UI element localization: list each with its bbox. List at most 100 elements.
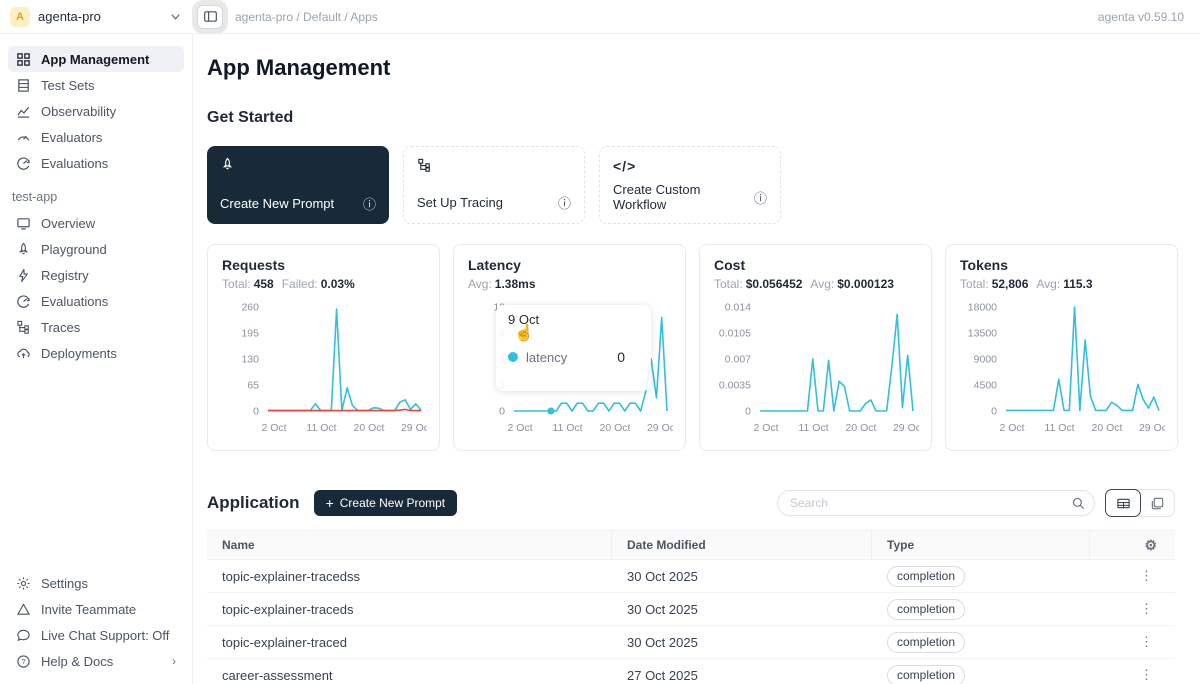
chevron-down-icon <box>168 9 183 24</box>
svg-text:0: 0 <box>499 406 505 418</box>
column-header-date-modified[interactable]: Date Modified <box>612 531 872 559</box>
sidebar-item-label: App Management <box>41 52 149 67</box>
info-icon[interactable]: ⓘ <box>754 188 767 207</box>
sidebar-item-help-docs[interactable]: ? Help & Docs › <box>8 648 184 674</box>
sidebar-item-traces[interactable]: Traces <box>8 314 184 340</box>
svg-text:13500: 13500 <box>968 328 997 340</box>
search-input[interactable] <box>790 496 1071 510</box>
stat-value: 1.38ms <box>495 277 536 291</box>
card-label: Create Custom Workflow <box>613 182 754 212</box>
sidebar-item-settings[interactable]: Settings <box>8 570 184 596</box>
sidebar-item-test-sets[interactable]: Test Sets <box>8 72 184 98</box>
stat-label: Avg: <box>810 277 834 291</box>
get-started-heading: Get Started <box>207 109 1200 127</box>
sidebar-item-app-management[interactable]: App Management <box>8 46 184 72</box>
sidebar-item-label: Deployments <box>41 346 117 361</box>
sidebar-item-deployments[interactable]: Deployments <box>8 340 184 366</box>
panel-layout-icon <box>203 9 218 24</box>
lightning-icon <box>16 268 31 283</box>
stat-label: Total: <box>222 277 251 291</box>
create-new-prompt-card[interactable]: Create New Prompt ⓘ <box>207 146 389 224</box>
top-bar: A agenta-pro agenta-pro / Default / Apps… <box>0 0 1200 34</box>
column-header-name[interactable]: Name <box>207 531 612 559</box>
sidebar-item-label: Playground <box>41 242 107 257</box>
card-view-button[interactable] <box>1140 490 1174 516</box>
info-icon[interactable]: ⓘ <box>363 194 376 213</box>
create-custom-workflow-card[interactable]: </> Create Custom Workflow ⓘ <box>599 146 781 224</box>
workspace-switcher[interactable]: A agenta-pro <box>0 7 193 27</box>
table-row[interactable]: topic-explainer-traced 30 Oct 2025 compl… <box>207 626 1175 659</box>
stat-label: Total: <box>714 277 743 291</box>
app-name[interactable]: topic-explainer-tracedss <box>207 569 612 584</box>
column-header-type[interactable]: Type <box>872 531 1090 559</box>
svg-text:0: 0 <box>745 406 751 418</box>
invite-triangle-icon <box>16 602 31 617</box>
chart-stats: Total:$0.056452Avg:$0.000123 <box>714 277 917 291</box>
app-name[interactable]: career-assessment <box>207 668 612 683</box>
table-row[interactable]: topic-explainer-traceds 30 Oct 2025 comp… <box>207 593 1175 626</box>
sidebar-item-invite-teammate[interactable]: Invite Teammate <box>8 596 184 622</box>
sidebar-item-playground[interactable]: Playground <box>8 236 184 262</box>
stat-label: Failed: <box>282 277 318 291</box>
svg-text:20 Oct: 20 Oct <box>845 422 876 434</box>
set-up-tracing-card[interactable]: Set Up Tracing ⓘ <box>403 146 585 224</box>
svg-text:11 Oct: 11 Oct <box>798 422 828 434</box>
speedometer-icon <box>16 294 31 309</box>
row-actions-kebab-icon[interactable]: ⋮ <box>1090 601 1175 617</box>
cursor-icon: ☝ <box>514 327 639 341</box>
card-label: Set Up Tracing <box>417 195 503 210</box>
info-icon[interactable]: ⓘ <box>558 193 571 212</box>
search-icon[interactable] <box>1071 496 1086 511</box>
table-settings-gear-icon[interactable]: ⚙ <box>1144 537 1157 554</box>
stat-value: $0.000123 <box>837 277 894 291</box>
chart-stats: Total:52,806Avg:115.3 <box>960 277 1163 291</box>
sidebar-item-evaluators[interactable]: Evaluators <box>8 124 184 150</box>
breadcrumb[interactable]: agenta-pro / Default / Apps <box>235 10 1098 24</box>
chart-title: Cost <box>714 257 917 273</box>
tooltip-series: latency <box>526 350 567 365</box>
row-actions-kebab-icon[interactable]: ⋮ <box>1090 667 1175 683</box>
sidebar-item-label: Evaluations <box>41 156 108 171</box>
row-actions-kebab-icon[interactable]: ⋮ <box>1090 568 1175 584</box>
requests-chart-canvas: 0651301952602 Oct11 Oct20 Oct29 Oct <box>222 295 427 445</box>
help-circle-icon: ? <box>16 654 31 669</box>
table-view-button[interactable] <box>1105 489 1141 517</box>
stat-label: Total: <box>960 277 989 291</box>
sidebar-item-label: Live Chat Support: Off <box>41 628 169 643</box>
row-actions-kebab-icon[interactable]: ⋮ <box>1090 634 1175 650</box>
svg-text:29 Oct: 29 Oct <box>1139 422 1165 434</box>
tooltip-value: 0 <box>617 349 625 365</box>
chevron-right-icon: › <box>172 654 176 668</box>
create-new-prompt-button[interactable]: + Create New Prompt <box>314 490 458 516</box>
search-box <box>777 490 1095 516</box>
metrics-charts-row: Requests Total:458Failed:0.03% 065130195… <box>207 244 1200 451</box>
app-name[interactable]: topic-explainer-traced <box>207 635 612 650</box>
legend-dot <box>508 352 518 362</box>
svg-text:0.0035: 0.0035 <box>719 380 751 392</box>
svg-text:20 Oct: 20 Oct <box>599 422 630 434</box>
chart-tooltip: 9 Oct ☝ latency 0 <box>496 305 651 391</box>
sidebar-item-label: Evaluations <box>41 294 108 309</box>
svg-text:195: 195 <box>241 328 259 340</box>
latency-chart-card: Latency Avg:1.38ms 0369122 Oct11 Oct20 O… <box>453 244 686 451</box>
sidebar-item-observability[interactable]: Observability <box>8 98 184 124</box>
svg-text:0.0105: 0.0105 <box>719 328 751 340</box>
sidebar-item-app-evaluations[interactable]: Evaluations <box>8 288 184 314</box>
page-title: App Management <box>207 55 1200 81</box>
sidebar-collapse-button[interactable] <box>197 5 223 29</box>
table-row[interactable]: career-assessment 27 Oct 2025 completion… <box>207 659 1175 684</box>
sidebar-item-overview[interactable]: Overview <box>8 210 184 236</box>
sidebar-item-live-chat-support[interactable]: Live Chat Support: Off <box>8 622 184 648</box>
svg-text:29 Oct: 29 Oct <box>401 422 427 434</box>
svg-text:0: 0 <box>253 406 259 418</box>
svg-text:29 Oct: 29 Oct <box>647 422 673 434</box>
app-name[interactable]: topic-explainer-traceds <box>207 602 612 617</box>
sidebar-item-evaluations[interactable]: Evaluations <box>8 150 184 176</box>
stat-label: Avg: <box>468 277 492 291</box>
sidebar-item-label: Invite Teammate <box>41 602 136 617</box>
gauge-icon <box>16 130 31 145</box>
svg-text:2 Oct: 2 Oct <box>753 422 778 434</box>
sidebar-item-registry[interactable]: Registry <box>8 262 184 288</box>
table-row[interactable]: topic-explainer-tracedss 30 Oct 2025 com… <box>207 560 1175 593</box>
sidebar-item-label: Overview <box>41 216 95 231</box>
